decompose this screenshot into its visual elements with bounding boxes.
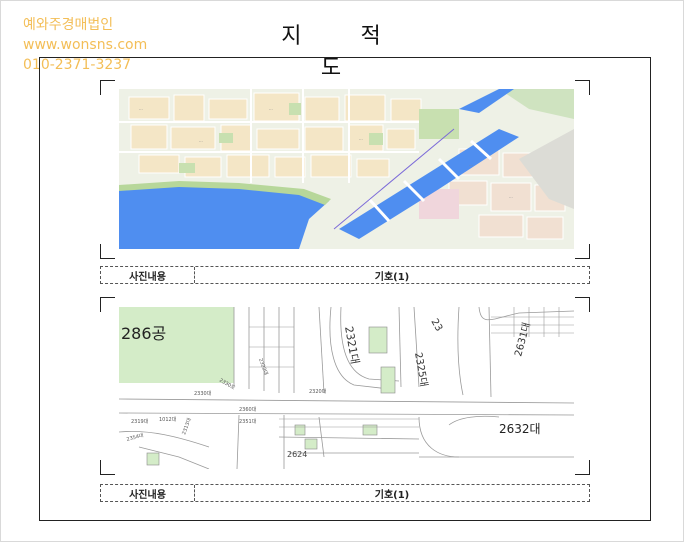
- svg-text:···: ···: [139, 107, 143, 112]
- svg-text:2319대: 2319대: [131, 418, 149, 425]
- crop-mark: [100, 297, 115, 312]
- svg-text:···: ···: [359, 137, 363, 142]
- lot-label: 286공: [121, 324, 166, 343]
- location-map-image: ··· ··· ··· ··· ··· ···: [119, 89, 574, 249]
- svg-text:1012대: 1012대: [159, 416, 177, 423]
- svg-text:2320대: 2320대: [309, 388, 327, 395]
- svg-text:···: ···: [199, 139, 203, 144]
- crop-mark: [575, 244, 590, 259]
- caption-symbol: 기호(1): [374, 271, 410, 283]
- location-map: ··· ··· ··· ··· ··· ···: [119, 89, 574, 249]
- svg-text:2360대: 2360대: [239, 406, 257, 413]
- cadastral-map-image: 2330도 2322대 2330대 2320대 2319대 1012대 2354…: [119, 307, 574, 469]
- crop-mark: [100, 80, 115, 95]
- caption-label: 사진내용: [101, 485, 195, 501]
- crop-mark: [575, 297, 590, 312]
- caption-bar-2: 사진내용 기호(1): [100, 484, 590, 502]
- caption-label: 사진내용: [101, 267, 195, 283]
- document-page: 예와주경매법인 www.wonsns.com 010-2371-3237 지 적…: [0, 0, 684, 542]
- caption-symbol: 기호(1): [374, 489, 410, 501]
- svg-text:2330대: 2330대: [194, 390, 212, 397]
- crop-mark: [575, 80, 590, 95]
- crop-mark: [100, 460, 115, 475]
- svg-text:···: ···: [269, 107, 273, 112]
- lot-label: 2624: [287, 450, 307, 459]
- svg-text:···: ···: [469, 163, 473, 168]
- caption-bar-1: 사진내용 기호(1): [100, 266, 590, 284]
- svg-text:···: ···: [509, 195, 513, 200]
- svg-text:2351대: 2351대: [239, 418, 257, 425]
- watermark-company: 예와주경매법인: [23, 17, 114, 33]
- crop-mark: [100, 244, 115, 259]
- cadastral-map: 2330도 2322대 2330대 2320대 2319대 1012대 2354…: [119, 307, 574, 469]
- lot-label: 2632대: [499, 422, 541, 436]
- crop-mark: [575, 460, 590, 475]
- watermark-website: www.wonsns.com: [23, 37, 148, 53]
